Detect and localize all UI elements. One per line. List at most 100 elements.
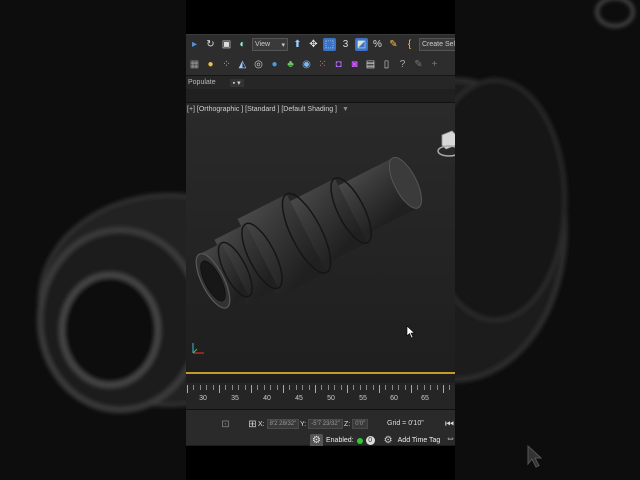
ruler-label: 40 bbox=[263, 395, 271, 402]
ruler-tick bbox=[315, 385, 316, 393]
cylinder-model[interactable] bbox=[186, 103, 455, 383]
z-field[interactable]: 0'0" bbox=[352, 419, 369, 429]
ruler-tick bbox=[257, 385, 259, 390]
ruler-tick bbox=[187, 385, 188, 393]
ruler-tick bbox=[366, 385, 368, 390]
blurred-cylinder-right bbox=[455, 0, 635, 383]
help-icon[interactable]: ? bbox=[396, 58, 409, 71]
right-blurred-background bbox=[455, 0, 640, 480]
z-label: Z: bbox=[344, 420, 351, 428]
lock-selection-icon[interactable]: ⊡ bbox=[219, 418, 232, 431]
time-config-icon[interactable]: 0 bbox=[365, 436, 375, 445]
ruler-label: 45 bbox=[295, 395, 303, 402]
ruler-label: 35 bbox=[231, 395, 239, 402]
spinner-snap-icon[interactable]: ✎ bbox=[387, 38, 400, 51]
ruler-tick bbox=[423, 385, 425, 390]
percent-icon[interactable]: % bbox=[371, 38, 384, 51]
go-to-start-icon[interactable]: ⏮ bbox=[443, 418, 455, 431]
ruler-tick bbox=[321, 385, 323, 390]
key-mode-icon[interactable]: ⇔ bbox=[444, 432, 456, 445]
creature-icon[interactable]: ♣ bbox=[284, 58, 297, 71]
bottom-letterbox bbox=[186, 446, 455, 480]
ruler-tick bbox=[443, 385, 444, 393]
enabled-indicator-icon[interactable] bbox=[356, 437, 363, 444]
sphere-icon[interactable]: ● bbox=[204, 58, 217, 71]
ruler-label: 60 bbox=[390, 395, 398, 402]
move-icon[interactable]: ✥ bbox=[307, 38, 320, 51]
ruler-tick bbox=[283, 385, 284, 393]
dots-icon[interactable]: ⁘ bbox=[220, 58, 233, 71]
ruler-tick bbox=[379, 385, 380, 393]
ruler-tick bbox=[417, 385, 419, 390]
particles-icon[interactable]: ⁙ bbox=[316, 58, 329, 71]
sphere-blue-icon[interactable]: ● bbox=[268, 58, 281, 71]
add-time-tag-button[interactable]: Add Time Tag bbox=[398, 437, 441, 444]
ruler-tick bbox=[449, 385, 451, 390]
view-select-label: View bbox=[255, 41, 271, 48]
select-tool-icon[interactable]: ⬚ bbox=[323, 38, 336, 51]
y-label: Y: bbox=[300, 420, 307, 428]
teapot-icon[interactable]: ◙ bbox=[348, 58, 361, 71]
grid-icon[interactable]: ▦ bbox=[188, 58, 201, 71]
ruler-tick bbox=[404, 385, 406, 390]
tab-populate[interactable]: Populate bbox=[188, 79, 216, 86]
render-icon[interactable]: ◘ bbox=[332, 58, 345, 71]
box-icon[interactable]: ▤ bbox=[364, 58, 377, 71]
ruler-tick bbox=[347, 385, 348, 393]
globe-icon[interactable]: ◉ bbox=[300, 58, 313, 71]
ruler-tick bbox=[398, 385, 400, 390]
left-blurred-background bbox=[0, 0, 186, 480]
file-icon[interactable]: ▯ bbox=[380, 58, 393, 71]
perspective-viewport[interactable]: [+] [Orthographic ] [Standard ] [Default… bbox=[186, 103, 455, 383]
chevron-down-icon: ▾ bbox=[281, 41, 285, 49]
reference-coordinate-dropdown[interactable]: View ▾ bbox=[252, 38, 288, 51]
ruler-label: 65 bbox=[421, 395, 429, 402]
3dsmax-window: ▸ ↻ ▣ ◐ View ▾ ⬆ ✥ ⬚ 3 ◩ % ✎ { Create Se… bbox=[186, 0, 455, 480]
x-coordinate: X: 8'2 28/32" bbox=[258, 419, 300, 429]
ruler-tick bbox=[295, 385, 297, 390]
timeline-ruler[interactable]: 30 35 40 45 50 55 60 65 bbox=[186, 383, 455, 409]
percent-snap-icon[interactable]: ◩ bbox=[355, 38, 368, 51]
ruler-tick bbox=[231, 385, 233, 390]
ruler-tick bbox=[385, 385, 387, 390]
time-slider-track[interactable] bbox=[186, 372, 455, 374]
x-field[interactable]: 8'2 28/32" bbox=[266, 419, 300, 429]
select-region-icon[interactable]: ▣ bbox=[220, 38, 233, 51]
ruler-tick bbox=[251, 385, 252, 393]
ruler-tick bbox=[270, 385, 272, 390]
material-icon[interactable]: ◐ bbox=[236, 38, 249, 51]
circle-icon[interactable]: ◎ bbox=[252, 58, 265, 71]
refresh-icon[interactable]: ↻ bbox=[204, 38, 217, 51]
ruler-tick bbox=[327, 385, 329, 390]
ruler-tick bbox=[244, 385, 246, 390]
ruler-tick bbox=[372, 385, 374, 390]
create-selection-set-field[interactable]: Create Selectio bbox=[419, 38, 455, 51]
ruler-tick bbox=[219, 385, 220, 393]
ruler-label: 55 bbox=[359, 395, 367, 402]
angle-snap-icon[interactable]: 3 bbox=[339, 38, 352, 51]
select-object-icon[interactable]: ⬆ bbox=[291, 38, 304, 51]
blurred-cylinder-left bbox=[37, 193, 186, 413]
ruler-tick bbox=[302, 385, 304, 390]
main-toolbar: ▸ ↻ ▣ ◐ View ▾ ⬆ ✥ ⬚ 3 ◩ % ✎ { Create Se… bbox=[186, 34, 455, 54]
ruler-tick bbox=[411, 385, 412, 393]
named-selection-icon[interactable]: { bbox=[403, 38, 416, 51]
cone-icon[interactable]: ◭ bbox=[236, 58, 249, 71]
viewcube-icon[interactable] bbox=[436, 125, 455, 161]
ruler-label: 30 bbox=[199, 395, 207, 402]
y-field[interactable]: -5'7 23/32" bbox=[308, 419, 343, 429]
ruler-tick bbox=[308, 385, 310, 390]
plus-icon[interactable]: + bbox=[428, 58, 441, 71]
link-icon[interactable]: ▸ bbox=[188, 38, 201, 51]
ribbon-toggle-button[interactable]: ▪ ▾ bbox=[229, 78, 244, 87]
ribbon-panel bbox=[186, 89, 455, 103]
ruler-tick bbox=[276, 385, 278, 390]
ruler-tick bbox=[238, 385, 240, 390]
y-coordinate: Y: -5'7 23/32" bbox=[300, 419, 343, 429]
pin-icon[interactable]: ✎ bbox=[412, 58, 425, 71]
x-label: X: bbox=[258, 420, 265, 428]
ruler-tick bbox=[193, 385, 195, 390]
ribbon-tabs: Populate ▪ ▾ bbox=[186, 76, 455, 89]
ruler-tick bbox=[359, 385, 361, 390]
grid-size-text: Grid = 0'10" bbox=[387, 420, 424, 427]
